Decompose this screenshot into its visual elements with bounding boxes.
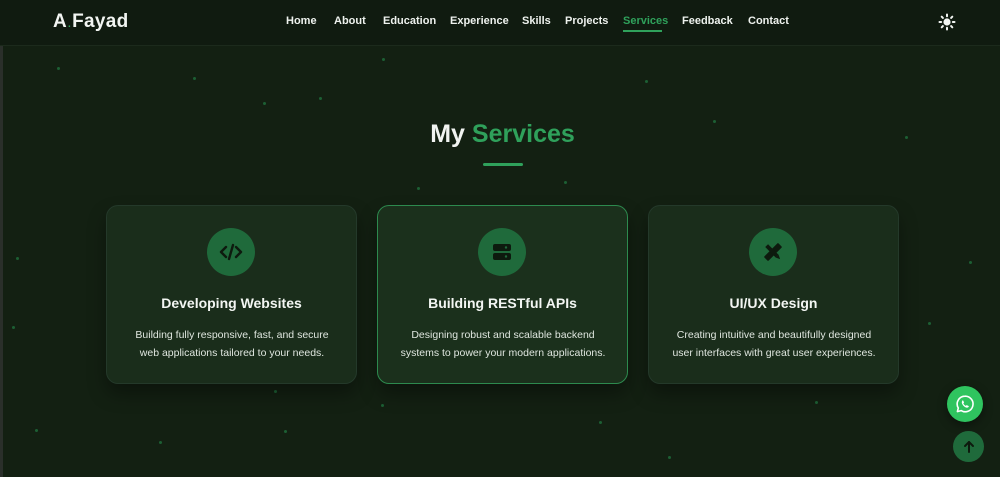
logo-last: Fayad <box>72 11 129 32</box>
code-icon <box>219 243 243 261</box>
bg-particle <box>263 102 266 105</box>
bg-particle <box>645 80 648 83</box>
bg-particle <box>12 326 15 329</box>
logo[interactable]: A.Fayad <box>53 11 129 33</box>
whatsapp-button[interactable] <box>947 386 983 422</box>
service-card-apis[interactable]: Building RESTful APIs Designing robust a… <box>377 205 628 384</box>
nav-link-services[interactable]: Services <box>623 15 668 27</box>
nav-link-projects[interactable]: Projects <box>565 15 608 27</box>
bg-particle <box>564 181 567 184</box>
service-desc-line: Creating intuitive and beautifully desig… <box>676 329 872 341</box>
section-title: My Services <box>0 120 1000 149</box>
logo-first: A <box>53 11 68 32</box>
nav-link-contact[interactable]: Contact <box>748 15 789 27</box>
nav-link-education[interactable]: Education <box>383 15 436 27</box>
service-desc-line: Building fully responsive, fast, and sec… <box>135 329 329 341</box>
bg-particle <box>57 67 60 70</box>
nav-link-about[interactable]: About <box>334 15 366 27</box>
bg-particle <box>928 322 931 325</box>
service-icon-badge <box>478 228 526 276</box>
active-nav-indicator <box>623 30 662 32</box>
service-description: Designing robust and scalable backend sy… <box>398 326 608 362</box>
server-icon <box>493 244 511 260</box>
pen-ruler-icon <box>764 243 782 261</box>
service-description: Creating intuitive and beautifully desig… <box>669 326 879 362</box>
theme-toggle-button[interactable] <box>938 13 956 31</box>
service-desc-line: user interfaces with great user experien… <box>672 347 876 359</box>
page-edge <box>0 0 3 477</box>
nav-link-experience[interactable]: Experience <box>450 15 509 27</box>
service-icon-badge <box>207 228 255 276</box>
arrow-up-icon <box>963 440 974 453</box>
bg-particle <box>193 77 196 80</box>
logo-dot: . <box>68 19 72 30</box>
bg-particle <box>159 441 162 444</box>
service-title: UI/UX Design <box>729 295 818 311</box>
whatsapp-icon <box>956 395 974 413</box>
service-title: Building RESTful APIs <box>428 295 577 311</box>
bg-particle <box>16 257 19 260</box>
service-icon-badge <box>749 228 797 276</box>
bg-particle <box>35 429 38 432</box>
bg-particle <box>319 97 322 100</box>
section-title-accent: Services <box>471 120 575 148</box>
bg-particle <box>274 390 277 393</box>
sun-icon <box>938 13 956 31</box>
service-title: Developing Websites <box>161 295 302 311</box>
service-description: Building fully responsive, fast, and sec… <box>127 326 337 362</box>
section-title-underline <box>483 163 523 166</box>
bg-particle <box>969 261 972 264</box>
nav-link-home[interactable]: Home <box>286 15 317 27</box>
nav-link-feedback[interactable]: Feedback <box>682 15 733 27</box>
service-desc-line: Designing robust and scalable backend <box>411 329 595 341</box>
bg-particle <box>284 430 287 433</box>
nav-link-skills[interactable]: Skills <box>522 15 551 27</box>
bg-particle <box>417 187 420 190</box>
scroll-to-top-button[interactable] <box>953 431 984 462</box>
navbar: A.Fayad Home About Education Experience … <box>0 0 1000 46</box>
service-card-uiux[interactable]: UI/UX Design Creating intuitive and beau… <box>648 205 899 384</box>
bg-particle <box>382 58 385 61</box>
service-desc-line: web applications tailored to your needs. <box>139 347 325 359</box>
bg-particle <box>815 401 818 404</box>
bg-particle <box>599 421 602 424</box>
service-desc-line: systems to power your modern application… <box>400 347 606 359</box>
bg-particle <box>668 456 671 459</box>
service-card-websites[interactable]: Developing Websites Building fully respo… <box>106 205 357 384</box>
bg-particle <box>381 404 384 407</box>
section-title-plain: My <box>430 120 465 148</box>
